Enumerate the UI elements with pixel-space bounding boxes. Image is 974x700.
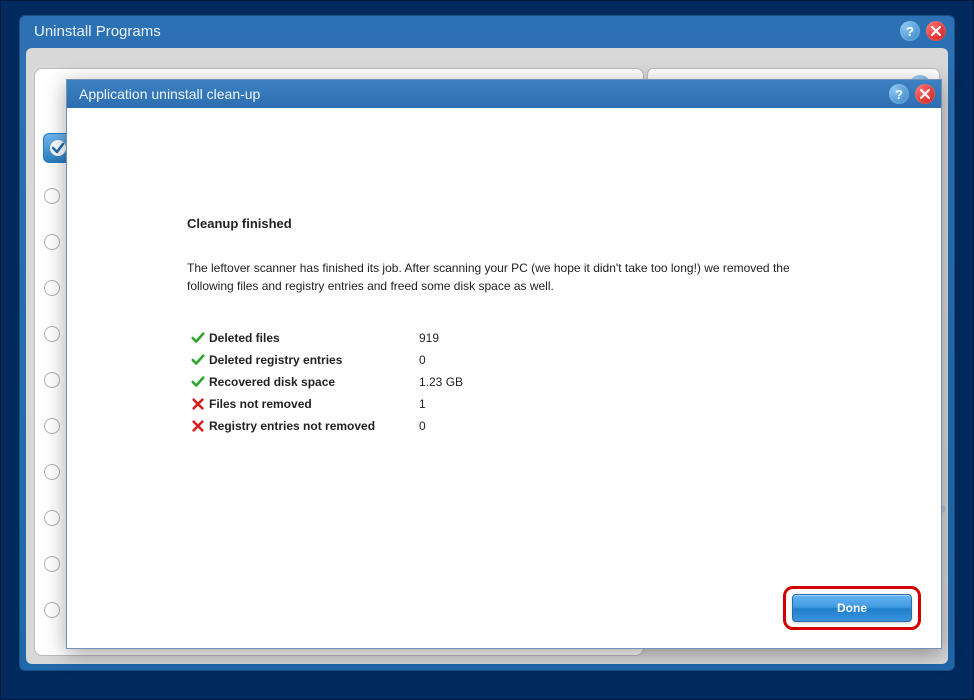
- stat-label: Recovered disk space: [209, 375, 419, 389]
- stat-row: Files not removed1: [187, 397, 881, 411]
- cleanup-description: The leftover scanner has finished its jo…: [187, 259, 827, 295]
- cleanup-dialog: Application uninstall clean-up Cleanup f…: [66, 79, 942, 649]
- close-icon[interactable]: [915, 84, 935, 104]
- program-radio-column: [44, 188, 60, 648]
- dialog-title: Application uninstall clean-up: [79, 86, 883, 102]
- done-button[interactable]: Done: [792, 594, 912, 622]
- list-item-radio[interactable]: [44, 556, 60, 572]
- dialog-content: Cleanup finished The leftover scanner ha…: [187, 216, 881, 441]
- help-icon[interactable]: [900, 21, 920, 41]
- list-item-radio[interactable]: [44, 418, 60, 434]
- dialog-body: Cleanup finished The leftover scanner ha…: [67, 108, 941, 648]
- list-item-radio[interactable]: [44, 602, 60, 618]
- list-item-radio[interactable]: [44, 188, 60, 204]
- list-item-radio[interactable]: [44, 234, 60, 250]
- stat-value: 1: [419, 397, 426, 411]
- stat-row: Deleted files919: [187, 331, 881, 345]
- cleanup-heading: Cleanup finished: [187, 216, 881, 231]
- done-highlight: Done: [783, 586, 921, 630]
- stat-row: Deleted registry entries0: [187, 353, 881, 367]
- list-item-radio[interactable]: [44, 326, 60, 342]
- stat-label: Registry entries not removed: [209, 419, 419, 433]
- cross-icon: [187, 397, 209, 411]
- dialog-titlebar: Application uninstall clean-up: [67, 80, 941, 108]
- list-item-radio[interactable]: [44, 510, 60, 526]
- help-icon[interactable]: [889, 84, 909, 104]
- check-icon: [187, 331, 209, 345]
- stat-label: Deleted registry entries: [209, 353, 419, 367]
- stat-row: Registry entries not removed0: [187, 419, 881, 433]
- list-item-radio[interactable]: [44, 280, 60, 296]
- close-icon[interactable]: [926, 21, 946, 41]
- stat-value: 0: [419, 353, 426, 367]
- stat-label: Files not removed: [209, 397, 419, 411]
- cross-icon: [187, 419, 209, 433]
- cleanup-stats: Deleted files919Deleted registry entries…: [187, 331, 881, 433]
- stat-value: 1.23 GB: [419, 375, 463, 389]
- list-item-radio[interactable]: [44, 464, 60, 480]
- stat-row: Recovered disk space1.23 GB: [187, 375, 881, 389]
- stat-value: 919: [419, 331, 439, 345]
- stat-label: Deleted files: [209, 331, 419, 345]
- outer-titlebar: Uninstall Programs: [20, 16, 954, 46]
- outer-title: Uninstall Programs: [34, 23, 894, 40]
- stat-value: 0: [419, 419, 426, 433]
- check-icon: [187, 353, 209, 367]
- check-icon: [187, 375, 209, 389]
- list-item-radio[interactable]: [44, 372, 60, 388]
